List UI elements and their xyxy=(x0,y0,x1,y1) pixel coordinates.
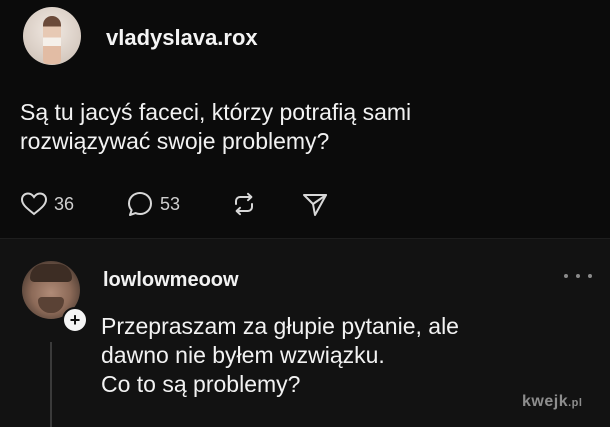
original-post: vladyslava.rox Są tu jacyś faceci, którz… xyxy=(0,0,610,238)
share-button[interactable] xyxy=(301,188,329,220)
reply-author-username[interactable]: lowlowmeoow xyxy=(103,269,239,292)
more-options-icon[interactable] xyxy=(564,269,592,283)
reply-text-line-2: dawno nie byłem wzwiązku. xyxy=(101,342,385,368)
dot xyxy=(588,274,592,278)
avatar-beard xyxy=(38,297,64,313)
author-username[interactable]: vladyslava.rox xyxy=(106,25,258,51)
avatar-figure xyxy=(43,16,61,64)
author-avatar[interactable] xyxy=(23,7,81,65)
dot xyxy=(564,274,568,278)
follow-plus-icon[interactable]: + xyxy=(62,307,88,333)
dot xyxy=(576,274,580,278)
watermark-main: kwejk xyxy=(522,393,569,410)
post-text-line-2: rozwiązywać swoje problemy? xyxy=(20,128,330,154)
reply-text: Przepraszam za głupie pytanie, ale dawno… xyxy=(101,312,581,399)
post-text-line-1: Są tu jacyś faceci, którzy potrafią sami xyxy=(20,99,412,125)
post-text: Są tu jacyś faceci, którzy potrafią sami… xyxy=(20,98,580,156)
share-icon xyxy=(303,194,327,216)
reply-text-line-3: Co to są problemy? xyxy=(101,371,301,397)
like-count: 36 xyxy=(54,193,75,214)
avatar-hair xyxy=(30,264,72,282)
repost-icon xyxy=(235,192,253,216)
reply-text-line-1: Przepraszam za głupie pytanie, ale xyxy=(101,313,459,339)
comment-count: 53 xyxy=(160,193,181,214)
like-button[interactable]: 36 xyxy=(20,188,74,220)
comment-button[interactable]: 53 xyxy=(126,188,180,220)
heart-icon xyxy=(20,192,48,216)
watermark-suffix: .pl xyxy=(568,397,583,409)
comment-bubble-icon xyxy=(128,192,152,216)
site-watermark: kwejk.pl xyxy=(522,393,582,411)
reply-post: + lowlowmeoow Przepraszam za głupie pyta… xyxy=(0,239,610,427)
repost-button[interactable] xyxy=(230,188,258,220)
thread-line xyxy=(50,342,52,427)
